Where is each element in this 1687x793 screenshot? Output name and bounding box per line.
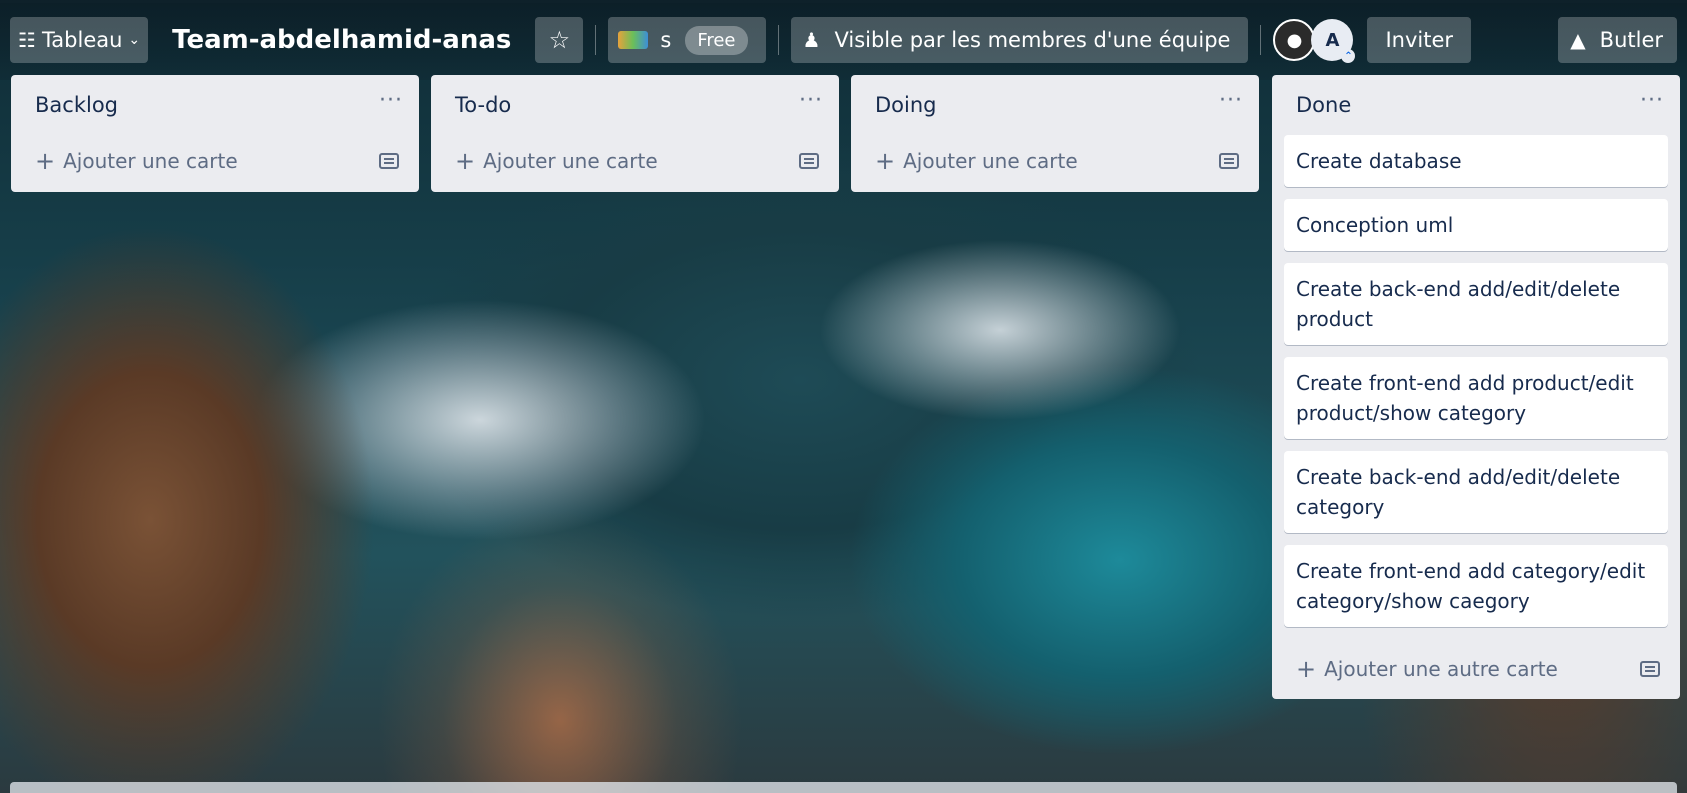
card-item[interactable]: Create back-end add/edit/delete product [1284,263,1668,345]
list-title[interactable]: Backlog [35,93,118,117]
card-item[interactable]: Create back-end add/edit/delete category [1284,451,1668,533]
card-template-icon[interactable] [379,153,399,169]
invite-button[interactable]: Inviter [1367,17,1472,63]
header-divider [777,25,779,55]
add-card-button[interactable]: + Ajouter une carte [455,147,658,175]
list-header: Doing ··· [863,75,1247,135]
list-todo: To-do ··· + Ajouter une carte [431,75,839,192]
visibility-label: Visible par les membres d'une équipe [834,28,1231,52]
card-item[interactable]: Conception uml [1284,199,1668,251]
workspace-name: s [660,28,672,52]
list-done: Done ··· Create database Conception uml … [1272,75,1680,699]
list-title[interactable]: To-do [455,93,511,117]
card-item[interactable]: Create front-end add category/edit categ… [1284,545,1668,627]
plus-icon: + [35,147,56,175]
add-card-label: Ajouter une carte [63,149,238,173]
workspace-plan-badge: Free [685,25,748,55]
list-menu-icon[interactable]: ··· [799,88,827,113]
list-doing: Doing ··· + Ajouter une carte [851,75,1259,192]
board-icon: ☷ [18,28,36,52]
star-icon: ☆ [548,26,571,54]
butler-button[interactable]: ▲ Butler [1558,17,1677,63]
board-title[interactable]: Team-abdelhamid-anas [172,25,511,55]
add-card-button[interactable]: + Ajouter une carte [875,147,1078,175]
list-menu-icon[interactable]: ··· [379,88,407,113]
avatar-image-icon: ● [1286,29,1303,51]
add-card-label: Ajouter une autre carte [1324,657,1558,681]
card-template-icon[interactable] [1640,661,1660,677]
card-item[interactable]: Create database [1284,135,1668,187]
add-card-row: + Ajouter une autre carte [1284,639,1668,699]
card-template-icon[interactable] [799,153,819,169]
plus-icon: + [455,147,476,175]
view-switcher-button[interactable]: ☷ Tableau ⌄ [10,17,149,63]
add-card-label: Ajouter une carte [903,149,1078,173]
header-divider [1260,25,1262,55]
plus-icon: + [875,147,896,175]
visibility-button[interactable]: ♟ Visible par les membres d'une équipe [790,17,1249,63]
admin-chevron-icon: ⌃ [1341,49,1356,63]
member-avatar[interactable]: ● [1273,19,1316,61]
list-header: To-do ··· [443,75,827,135]
team-visibility-icon: ♟ [802,28,821,52]
list-title[interactable]: Doing [875,93,937,117]
board-header: ☷ Tableau ⌄ Team-abdelhamid-anas ☆ s Fre… [0,0,1687,80]
list-backlog: Backlog ··· + Ajouter une carte [11,75,419,192]
workspace-button[interactable]: s Free [608,17,766,63]
add-card-button[interactable]: + Ajouter une carte [35,147,238,175]
chevron-down-icon: ⌄ [128,32,141,48]
butler-label: Butler [1599,28,1663,52]
list-menu-icon[interactable]: ··· [1219,88,1247,113]
list-header: Backlog ··· [23,75,407,135]
add-card-row: + Ajouter une carte [443,135,827,187]
view-switcher-label: Tableau [41,28,123,52]
plus-icon: + [1296,655,1317,683]
butler-bell-icon: ▲ [1570,28,1586,52]
card-template-icon[interactable] [1219,153,1239,169]
workspace-logo-icon [618,31,649,49]
card-list: Create database Conception uml Create ba… [1284,135,1668,627]
star-board-button[interactable]: ☆ [535,17,584,63]
add-card-label: Ajouter une carte [483,149,658,173]
member-avatar-admin[interactable]: A ⌃ [1311,19,1356,63]
add-card-row: + Ajouter une carte [863,135,1247,187]
header-divider [595,25,597,55]
list-menu-icon[interactable]: ··· [1640,88,1668,113]
list-header: Done ··· [1284,75,1668,135]
add-card-button[interactable]: + Ajouter une autre carte [1296,655,1558,683]
member-initial: A [1325,29,1340,51]
card-item[interactable]: Create front-end add product/edit produc… [1284,357,1668,439]
board-scrollbar[interactable] [10,782,1677,793]
list-title[interactable]: Done [1296,93,1351,117]
add-card-row: + Ajouter une carte [23,135,407,187]
invite-label: Inviter [1385,28,1454,52]
